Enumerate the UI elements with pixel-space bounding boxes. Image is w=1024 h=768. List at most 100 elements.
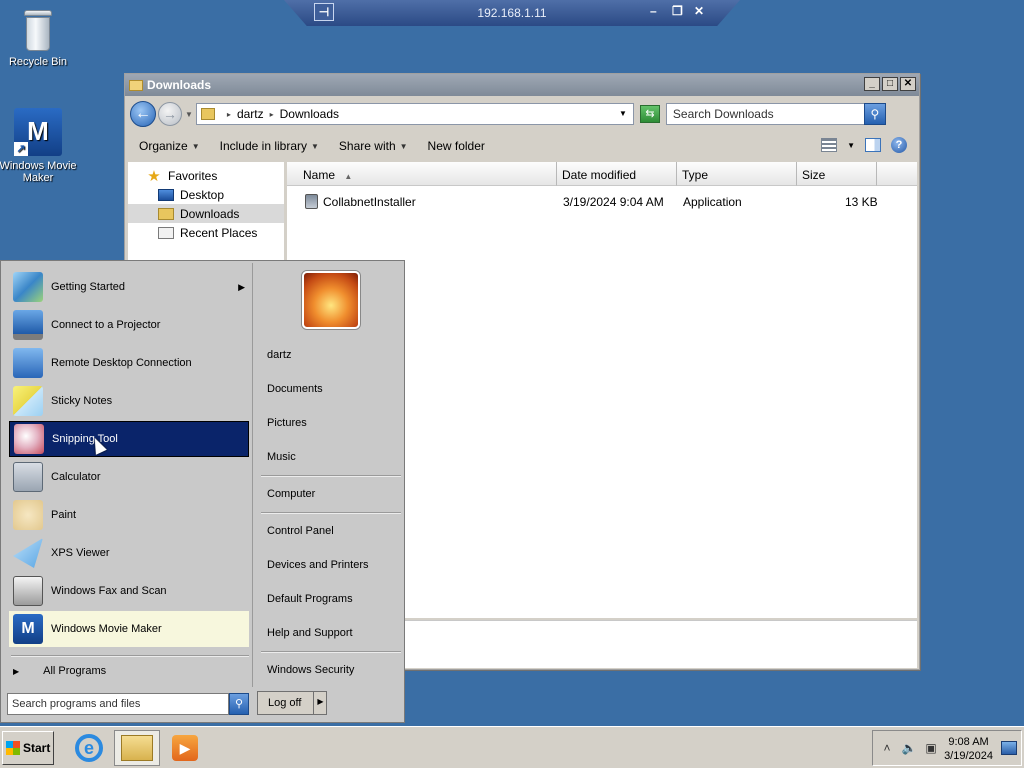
- breadcrumb-dartz[interactable]: dartz: [237, 107, 264, 121]
- clock-date: 3/19/2024: [944, 750, 993, 762]
- link-computer[interactable]: Computer: [267, 488, 315, 500]
- preview-pane-icon[interactable]: [865, 138, 881, 152]
- start-menu-programs: Getting Started ▶ Connect to a Projector…: [3, 263, 253, 687]
- program-sticky-notes[interactable]: Sticky Notes: [9, 383, 249, 419]
- link-pictures[interactable]: Pictures: [267, 417, 307, 429]
- column-header-date[interactable]: Date modified: [557, 162, 677, 186]
- column-header-label: Name: [303, 168, 336, 182]
- share-with-menu[interactable]: Share with: [339, 139, 396, 153]
- link-devices-printers[interactable]: Devices and Printers: [267, 559, 369, 571]
- maximize-button[interactable]: □: [882, 77, 898, 91]
- column-header-type[interactable]: Type: [677, 162, 797, 186]
- divider: [261, 651, 401, 653]
- start-menu: Getting Started ▶ Connect to a Projector…: [0, 260, 405, 723]
- volume-icon[interactable]: 🔈: [901, 741, 917, 755]
- program-remote-desktop[interactable]: Remote Desktop Connection: [9, 345, 249, 381]
- address-dropdown-icon[interactable]: ▼: [619, 109, 627, 118]
- rdp-minimize-button[interactable]: –: [650, 4, 657, 18]
- minimize-button[interactable]: _: [864, 77, 880, 91]
- submenu-arrow-icon: ▶: [238, 281, 245, 292]
- program-paint[interactable]: Paint: [9, 497, 249, 533]
- program-xps-viewer[interactable]: XPS Viewer: [9, 535, 249, 571]
- nav-item-desktop[interactable]: Desktop: [128, 185, 284, 204]
- getting-started-icon: [13, 272, 43, 302]
- clock-time: 9:08 AM: [948, 736, 989, 748]
- link-control-panel[interactable]: Control Panel: [267, 525, 334, 537]
- close-button[interactable]: ✕: [900, 77, 916, 91]
- start-search-input[interactable]: Search programs and files: [7, 693, 229, 715]
- windows-logo-icon: [6, 741, 20, 755]
- start-button[interactable]: Start: [2, 731, 54, 765]
- search-icon[interactable]: ⚲: [863, 103, 886, 125]
- new-folder-button[interactable]: New folder: [428, 139, 485, 153]
- search-input[interactable]: Search Downloads ⚲: [665, 103, 886, 125]
- link-windows-security[interactable]: Windows Security: [267, 664, 354, 676]
- taskbar-internet-explorer[interactable]: e: [66, 730, 112, 766]
- column-header-name[interactable]: Name ▲: [287, 162, 557, 186]
- start-menu-places: dartz Documents Pictures Music Computer …: [255, 263, 403, 687]
- breadcrumb-downloads[interactable]: Downloads: [280, 107, 339, 121]
- link-default-programs[interactable]: Default Programs: [267, 593, 353, 605]
- change-view-icon[interactable]: [821, 138, 838, 152]
- program-getting-started[interactable]: Getting Started ▶: [9, 269, 249, 305]
- nav-favorites-label: Favorites: [168, 168, 218, 183]
- column-header-size[interactable]: Size: [797, 162, 877, 186]
- chevron-down-icon[interactable]: ▼: [847, 141, 855, 150]
- program-snipping-tool[interactable]: Snipping Tool: [9, 421, 249, 457]
- back-button[interactable]: ←: [130, 101, 156, 127]
- program-label: XPS Viewer: [51, 547, 110, 559]
- nav-item-downloads[interactable]: Downloads: [128, 204, 284, 223]
- file-type: Application: [683, 195, 742, 209]
- remote-desktop-icon: [13, 348, 43, 378]
- organize-menu[interactable]: Organize: [139, 139, 188, 153]
- folder-icon: [129, 79, 143, 91]
- shutdown-options-icon[interactable]: ▶: [313, 691, 327, 715]
- recent-pages-dropdown[interactable]: ▼: [185, 110, 193, 119]
- all-programs-button[interactable]: ▶ All Programs: [13, 665, 106, 677]
- taskbar-media-player[interactable]: ▶: [162, 730, 208, 766]
- network-icon[interactable]: ▣: [923, 741, 939, 755]
- desktop-icon-recycle-bin[interactable]: Recycle Bin: [0, 8, 78, 68]
- paint-palette-icon: [13, 500, 43, 530]
- rdp-restore-button[interactable]: ❐: [672, 4, 683, 18]
- link-music[interactable]: Music: [267, 451, 296, 463]
- program-connect-projector[interactable]: Connect to a Projector: [9, 307, 249, 343]
- desktop-icon-label: Windows Movie Maker: [0, 160, 77, 184]
- nav-item-recent-places[interactable]: Recent Places: [128, 223, 284, 242]
- help-icon[interactable]: ?: [891, 137, 907, 153]
- window-title-bar[interactable]: Downloads: [125, 74, 919, 96]
- fax-scan-icon: [13, 576, 43, 606]
- desktop-icon-label: Recycle Bin: [8, 56, 68, 68]
- program-label: Remote Desktop Connection: [51, 357, 192, 369]
- program-label: Calculator: [51, 471, 101, 483]
- desktop-icon-movie-maker[interactable]: M ↗ Windows Movie Maker: [0, 108, 78, 184]
- clock[interactable]: 9:08 AM 3/19/2024: [944, 735, 993, 763]
- search-icon[interactable]: ⚲: [229, 693, 249, 715]
- calculator-icon: [13, 462, 43, 492]
- link-user-folder[interactable]: dartz: [267, 349, 291, 361]
- explorer-folder-icon: [121, 735, 153, 761]
- table-row[interactable]: CollabnetInstaller 3/19/2024 9:04 AM App…: [287, 191, 917, 213]
- file-size: 13 KB: [845, 195, 878, 209]
- nav-favorites[interactable]: ★ Favorites: [128, 166, 284, 185]
- user-avatar[interactable]: [302, 271, 360, 329]
- link-help-support[interactable]: Help and Support: [267, 627, 353, 639]
- taskbar-explorer[interactable]: [114, 730, 160, 766]
- refresh-button[interactable]: ⇆: [639, 105, 660, 123]
- show-hidden-icons-icon[interactable]: ˄: [879, 741, 895, 755]
- divider: [261, 475, 401, 477]
- address-bar[interactable]: ▸ dartz ▸ Downloads ▼: [195, 103, 634, 125]
- show-desktop-icon[interactable]: [1001, 741, 1017, 755]
- rdp-close-button[interactable]: ✕: [694, 4, 704, 18]
- address-row: ← → ▼ ▸ dartz ▸ Downloads ▼ ⇆ Search Dow…: [127, 99, 917, 129]
- forward-button[interactable]: →: [158, 102, 182, 126]
- include-in-library-menu[interactable]: Include in library: [220, 139, 307, 153]
- chevron-right-icon: ▶: [13, 666, 20, 676]
- program-label: Paint: [51, 509, 77, 521]
- link-documents[interactable]: Documents: [267, 383, 323, 395]
- program-fax-scan[interactable]: Windows Fax and Scan: [9, 573, 249, 609]
- program-label: Windows Fax and Scan: [51, 585, 167, 597]
- program-calculator[interactable]: Calculator: [9, 459, 249, 495]
- program-label: Connect to a Projector: [51, 319, 161, 331]
- program-movie-maker[interactable]: M Windows Movie Maker: [9, 611, 249, 647]
